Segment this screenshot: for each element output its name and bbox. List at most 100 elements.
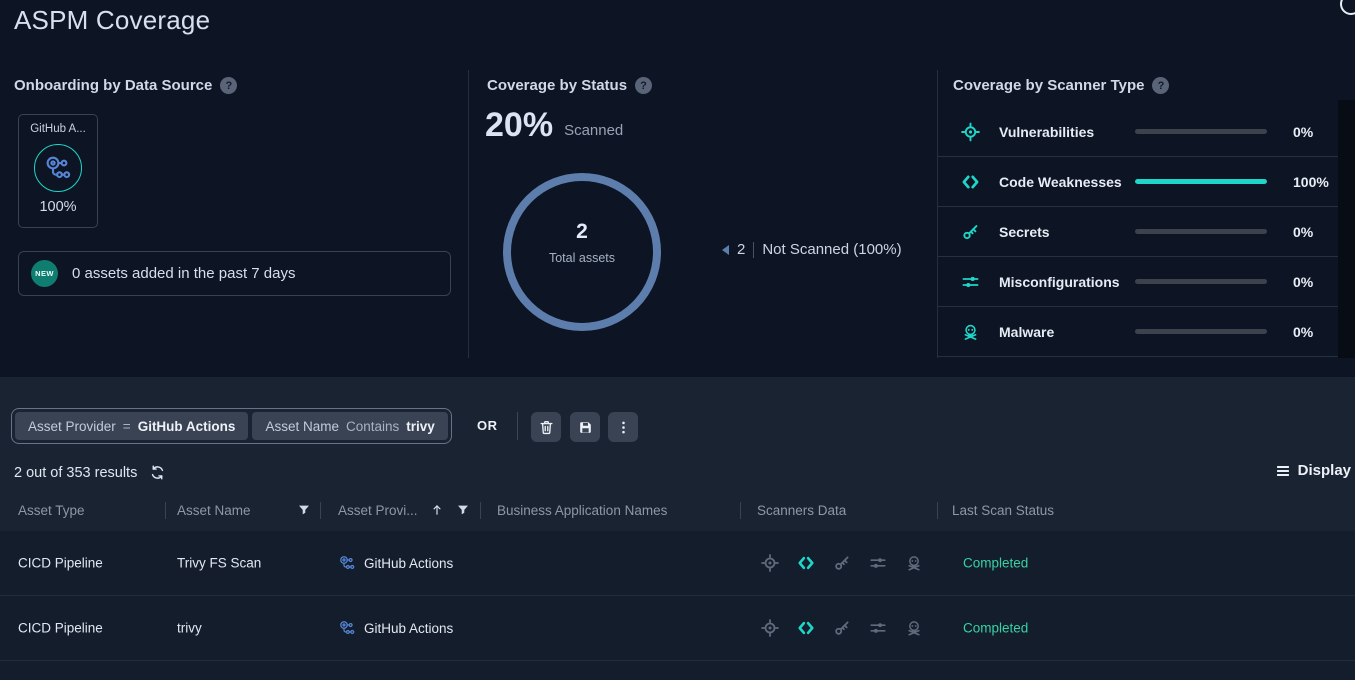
trash-icon: [538, 419, 555, 436]
status-badge: Completed: [963, 621, 1028, 636]
column-asset-provider: Asset Provi...: [338, 503, 418, 518]
github-actions-icon: [338, 619, 356, 637]
results-bar: 2 out of 353 results: [14, 464, 166, 481]
cell-asset-provider: GitHub Actions: [338, 619, 453, 637]
github-actions-icon: [43, 153, 73, 183]
hamburger-icon: [1275, 463, 1291, 479]
skull-icon: [905, 554, 923, 572]
target-icon: [761, 619, 779, 637]
cell-scanners-data: [761, 619, 923, 637]
code-icon: [961, 172, 980, 191]
legend-marker-icon: [722, 245, 729, 255]
scanner-label: Malware: [999, 324, 1054, 340]
scanner-type-panel-title: Coverage by Scanner Type ?: [953, 77, 1169, 94]
results-summary: 2 out of 353 results: [14, 465, 137, 481]
skull-icon: [961, 322, 980, 341]
display-label: Display: [1298, 462, 1351, 479]
onboarding-title-text: Onboarding by Data Source: [14, 77, 212, 94]
scanner-percent: 0%: [1293, 124, 1313, 140]
filter-value: trivy: [406, 419, 435, 434]
progress-bar: [1135, 229, 1267, 234]
cell-asset-name: Trivy FS Scan: [177, 556, 261, 571]
column-separator: [165, 502, 166, 519]
scanner-type-rows: Vulnerabilities 0% Code Weaknesses 100% …: [937, 107, 1355, 357]
legend-label: Not Scanned (100%): [762, 241, 901, 258]
filter-operator: Contains: [346, 419, 399, 434]
column-separator: [740, 502, 741, 519]
new-badge: NEW: [31, 260, 58, 287]
help-icon[interactable]: ?: [635, 77, 652, 94]
refresh-icon[interactable]: [149, 464, 166, 481]
filter-operator: =: [123, 419, 131, 434]
donut-center-label: Total assets: [499, 251, 665, 265]
data-source-ring: [34, 144, 82, 192]
onboarding-panel-title: Onboarding by Data Source ?: [14, 77, 237, 94]
column-separator: [937, 502, 938, 519]
table-row[interactable]: CICD Pipeline trivy GitHub Actions: [0, 596, 1355, 661]
scanner-row-malware[interactable]: Malware 0%: [937, 307, 1355, 357]
scanner-type-title-text: Coverage by Scanner Type: [953, 77, 1144, 94]
scanner-label: Secrets: [999, 224, 1050, 240]
code-icon: [797, 554, 815, 572]
filter-group: Asset Provider = GitHub Actions Asset Na…: [11, 408, 452, 444]
filter-funnel-icon[interactable]: [297, 503, 311, 517]
more-options-button[interactable]: [608, 412, 638, 442]
donut-center-value: 2: [499, 220, 665, 244]
sliders-icon: [869, 619, 887, 637]
scanned-percent: 20%: [485, 108, 553, 142]
column-separator: [480, 502, 481, 519]
github-actions-icon: [338, 554, 356, 572]
scanner-row-code-weaknesses[interactable]: Code Weaknesses 100%: [937, 157, 1355, 207]
cell-scanners-data: [761, 554, 923, 572]
data-source-percent: 100%: [19, 199, 97, 215]
data-source-card[interactable]: GitHub A... 100%: [18, 114, 98, 228]
scanner-percent: 100%: [1293, 174, 1329, 190]
legend-item-not-scanned[interactable]: 2 Not Scanned (100%): [722, 241, 902, 258]
filter-chip-asset-provider[interactable]: Asset Provider = GitHub Actions: [15, 412, 248, 440]
scanner-row-vulnerabilities[interactable]: Vulnerabilities 0%: [937, 107, 1355, 157]
save-filter-button[interactable]: [570, 412, 600, 442]
scanner-row-misconfigurations[interactable]: Misconfigurations 0%: [937, 257, 1355, 307]
cell-asset-type: CICD Pipeline: [18, 556, 103, 571]
delete-filters-button[interactable]: [531, 412, 561, 442]
donut-chart: 2 Total assets: [499, 169, 665, 335]
aspm-coverage-page: ASPM Coverage Onboarding by Data Source …: [0, 0, 1355, 680]
cell-asset-type: CICD Pipeline: [18, 621, 103, 636]
filter-field: Asset Name: [265, 419, 339, 434]
page-title: ASPM Coverage: [14, 5, 210, 36]
asset-provider-label: GitHub Actions: [364, 621, 453, 636]
assets-added-text: 0 assets added in the past 7 days: [72, 265, 295, 282]
help-icon[interactable]: ?: [220, 77, 237, 94]
help-icon[interactable]: ?: [1152, 77, 1169, 94]
scanner-label: Code Weaknesses: [999, 174, 1122, 190]
progress-bar: [1135, 129, 1267, 134]
target-icon: [961, 122, 980, 141]
scanner-row-secrets[interactable]: Secrets 0%: [937, 207, 1355, 257]
progress-bar: [1135, 279, 1267, 284]
toolbar-divider: [517, 412, 518, 440]
sort-asc-icon[interactable]: [430, 503, 444, 517]
status-title-text: Coverage by Status: [487, 77, 627, 94]
corner-widget: [1340, 0, 1355, 15]
filter-combinator-label[interactable]: OR: [477, 418, 498, 433]
legend-count: 2: [737, 241, 745, 258]
asset-provider-label: GitHub Actions: [364, 556, 453, 571]
filter-funnel-icon[interactable]: [456, 503, 470, 517]
filter-field: Asset Provider: [28, 419, 116, 434]
status-badge: Completed: [963, 556, 1028, 571]
code-icon: [797, 619, 815, 637]
column-asset-type: Asset Type: [18, 503, 85, 518]
column-asset-name: Asset Name: [177, 503, 251, 518]
display-button[interactable]: Display: [1275, 462, 1351, 479]
column-separator: [320, 502, 321, 519]
target-icon: [761, 554, 779, 572]
table-row[interactable]: CICD Pipeline Trivy FS Scan GitHub Actio…: [0, 531, 1355, 596]
filter-chip-asset-name[interactable]: Asset Name Contains trivy: [252, 412, 447, 440]
kebab-icon: [615, 419, 632, 436]
column-scanners-data: Scanners Data: [757, 503, 846, 518]
scrollbar-gutter: [1338, 100, 1355, 358]
data-source-label: GitHub A...: [19, 123, 97, 135]
key-icon: [833, 554, 851, 572]
progress-bar: [1135, 329, 1267, 334]
save-icon: [577, 419, 594, 436]
